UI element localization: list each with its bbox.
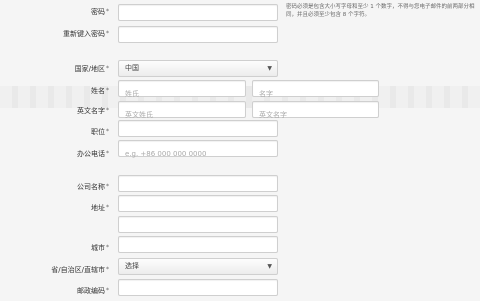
city-input[interactable] xyxy=(119,242,277,258)
chevron-down-icon: ▼ xyxy=(267,263,272,270)
first-name-input[interactable] xyxy=(253,86,378,102)
address-line1-input[interactable] xyxy=(119,201,277,217)
office-phone-field[interactable] xyxy=(118,140,278,162)
chevron-down-icon: ▼ xyxy=(267,65,272,72)
office-phone-input[interactable] xyxy=(119,146,277,162)
company-label: 公司名称* xyxy=(77,183,109,191)
province-label: 省/自治区/直辖市* xyxy=(51,266,109,274)
last-name-field[interactable] xyxy=(118,80,246,102)
password-label: 密码* xyxy=(91,8,109,16)
job-title-label: 职位* xyxy=(91,128,109,136)
address-label: 地址* xyxy=(91,204,109,212)
city-field[interactable] xyxy=(118,236,278,258)
country-label: 国家/地区* xyxy=(74,65,109,73)
first-name-field[interactable] xyxy=(252,80,379,102)
job-title-field[interactable] xyxy=(118,120,278,142)
city-label: 城市* xyxy=(91,244,109,252)
office-phone-label: 办公电话* xyxy=(77,150,109,158)
password-hint: 密码必须是包含大小写字母和至少 1 个数字，不得与您电子邮件的前两部分相同，并且… xyxy=(286,4,475,18)
last-name-input[interactable] xyxy=(119,86,245,102)
english-last-name-field[interactable] xyxy=(118,101,246,123)
english-first-name-field[interactable] xyxy=(252,101,379,123)
postal-code-input[interactable] xyxy=(119,285,277,301)
english-name-label: 英文名字* xyxy=(77,107,109,115)
country-select[interactable]: 中国 ▼ xyxy=(118,60,278,77)
password-field[interactable] xyxy=(118,4,278,26)
country-selected-value: 中国 xyxy=(125,64,139,72)
password-input[interactable] xyxy=(119,10,277,26)
postal-code-field[interactable] xyxy=(118,279,278,301)
confirm-password-input[interactable] xyxy=(119,32,277,48)
address-line2-field[interactable] xyxy=(118,216,278,238)
address-line1-field[interactable] xyxy=(118,195,278,217)
confirm-password-field[interactable] xyxy=(118,26,278,48)
confirm-password-label: 重新键入密码* xyxy=(63,30,109,38)
province-selected-value: 选择 xyxy=(125,262,139,270)
province-select[interactable]: 选择 ▼ xyxy=(118,258,278,275)
postal-code-label: 邮政编码* xyxy=(77,287,109,295)
company-field[interactable] xyxy=(118,175,278,197)
name-label: 姓名* xyxy=(91,87,109,95)
